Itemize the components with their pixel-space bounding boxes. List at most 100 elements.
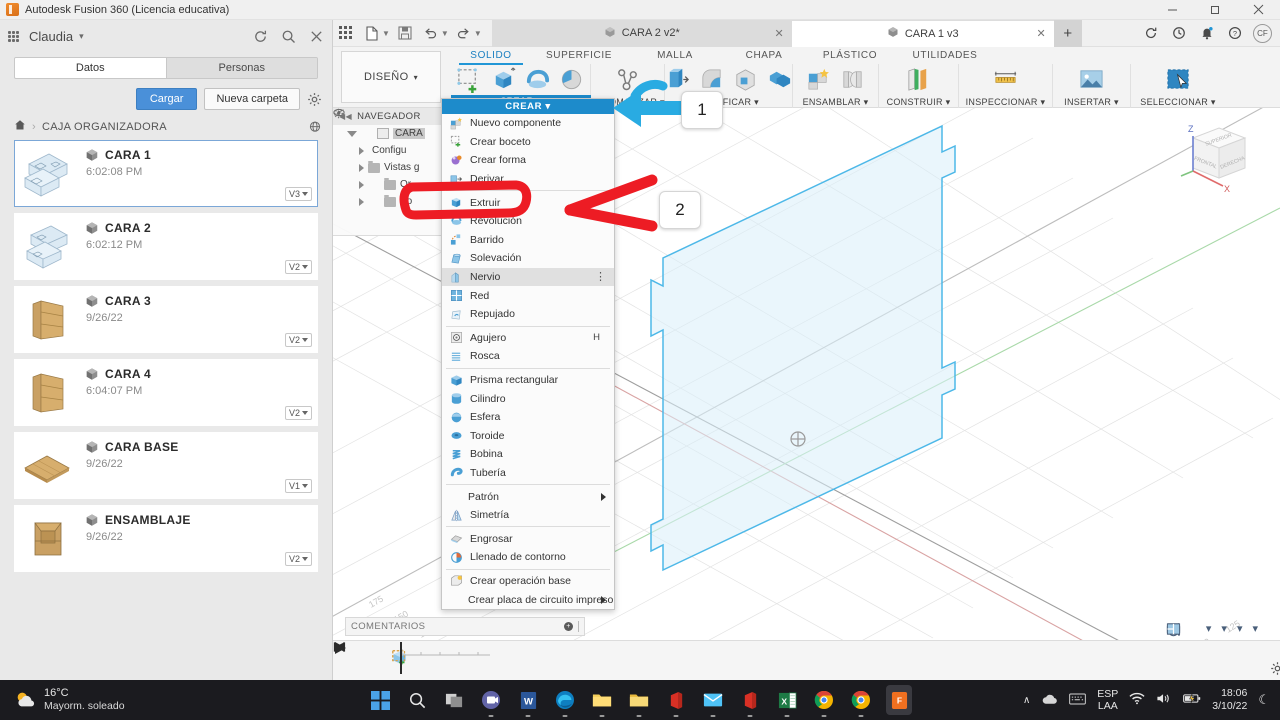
revolve-icon[interactable]	[523, 65, 553, 95]
list-item[interactable]: CARA 4 6:04:07 PM V2	[14, 359, 318, 426]
extrude-icon[interactable]	[489, 65, 519, 95]
menu-item-extruir[interactable]: Extruir	[442, 193, 614, 212]
document-tab-cara2[interactable]: CARA 2 v2* ✕	[491, 19, 792, 47]
navigator-row-sketches[interactable]: Bo	[333, 108, 454, 210]
teams-icon[interactable]	[479, 688, 503, 712]
version-badge[interactable]: V2	[284, 406, 312, 420]
create-sketch-icon[interactable]	[455, 65, 485, 95]
edge-icon[interactable]	[553, 688, 577, 712]
keyboard-icon[interactable]	[1069, 693, 1087, 708]
office-icon[interactable]	[664, 688, 688, 712]
tab-chapa[interactable]: CHAPA	[723, 47, 805, 63]
menu-item-rosca[interactable]: Rosca	[442, 347, 614, 366]
chevron-down-icon[interactable]: ▾	[1206, 622, 1212, 635]
team-grid-icon[interactable]	[8, 30, 22, 43]
version-badge[interactable]: V1	[284, 479, 312, 493]
menu-item-patron[interactable]: Patrón	[442, 487, 614, 506]
tab-personas[interactable]: Personas	[165, 58, 317, 78]
tab-plastico[interactable]: PLÁSTICO	[805, 47, 895, 63]
menu-item-crear-boceto[interactable]: Crear boceto	[442, 133, 614, 152]
menu-item-prisma-rectangular[interactable]: Prisma rectangular	[442, 371, 614, 390]
panel-label-seleccionar[interactable]: SELECCIONAR ▾	[1140, 97, 1215, 108]
version-badge[interactable]: V2	[284, 552, 312, 566]
eye-icon[interactable]	[333, 108, 373, 139]
menu-item-esfera[interactable]: Esfera	[442, 408, 614, 427]
overflow-menu-icon[interactable]: ⋮	[595, 271, 606, 282]
new-tab-button[interactable]: +	[1053, 19, 1082, 47]
list-item[interactable]: ENSAMBLAJE 9/26/22 V2	[14, 505, 318, 572]
view-cube[interactable]: SUPERIOR FRONTAL DERECHA Z X	[1177, 116, 1265, 208]
office2-icon[interactable]	[738, 688, 762, 712]
add-comment-icon[interactable]: +	[564, 622, 573, 631]
panel-label-construir[interactable]: CONSTRUIR ▾	[887, 97, 951, 108]
menu-item-tuberia[interactable]: Tubería	[442, 464, 614, 483]
sweep-icon[interactable]	[557, 65, 587, 95]
select-icon[interactable]	[1163, 65, 1193, 95]
search-icon[interactable]	[281, 29, 296, 44]
menu-item-solevacion[interactable]: Solevación	[442, 249, 614, 268]
menu-header[interactable]: CREAR ▾	[442, 99, 614, 114]
workspace-switcher[interactable]: DISEÑO ▾	[341, 51, 441, 103]
comments-resize-handle[interactable]	[578, 621, 579, 632]
new-folder-button[interactable]: Nueva carpeta	[204, 88, 300, 110]
excel-icon[interactable]: X	[775, 688, 799, 712]
save-icon[interactable]	[392, 20, 418, 47]
chrome-icon[interactable]	[812, 688, 836, 712]
menu-item-crear-forma[interactable]: Crear forma	[442, 151, 614, 170]
fusion-icon[interactable]: F	[886, 685, 912, 715]
gear-icon[interactable]	[307, 92, 322, 107]
folder-icon[interactable]	[627, 688, 651, 712]
version-badge[interactable]: V2	[284, 333, 312, 347]
eye-hidden-icon[interactable]	[333, 108, 380, 190]
weather-widget[interactable]: 16°C Mayorm. soleado	[14, 687, 125, 713]
menu-item-revolucion[interactable]: Revolución	[442, 212, 614, 231]
chevron-down-icon[interactable]: ▾	[1237, 622, 1243, 635]
globe-icon[interactable]	[308, 120, 322, 134]
chevron-down-icon[interactable]: ▼	[474, 29, 482, 38]
navigator-row-origin[interactable]: Or	[333, 108, 454, 193]
list-item[interactable]: CARA 3 9/26/22 V2	[14, 286, 318, 353]
chevron-down-icon[interactable]: ▾	[1221, 622, 1227, 635]
document-tab-cara1[interactable]: CARA 1 v3 ✕	[791, 19, 1054, 47]
do-not-disturb-icon[interactable]: ☾	[1258, 692, 1270, 708]
chrome2-icon[interactable]	[849, 688, 873, 712]
team-name-label[interactable]: Claudia	[29, 29, 73, 44]
joint-icon[interactable]	[838, 65, 868, 95]
new-component-icon[interactable]	[804, 65, 834, 95]
tab-datos[interactable]: Datos	[15, 58, 166, 78]
list-item[interactable]: CARA BASE 9/26/22 V1	[14, 432, 318, 499]
home-icon[interactable]	[14, 119, 26, 134]
chevron-right-icon[interactable]	[359, 146, 364, 155]
menu-item-toroide[interactable]: Toroide	[442, 427, 614, 446]
help-icon[interactable]: ?	[1221, 20, 1249, 47]
menu-item-nervio[interactable]: Nervio ⋮	[442, 267, 614, 287]
start-icon[interactable]	[368, 688, 392, 712]
task-view-icon[interactable]	[442, 688, 466, 712]
menu-item-llenado-de-contorno[interactable]: Llenado de contorno	[442, 548, 614, 567]
press-pull-icon[interactable]	[663, 65, 693, 95]
clock[interactable]: 18:06 3/10/22	[1212, 687, 1247, 713]
breadcrumb-project[interactable]: CAJA ORGANIZADORA	[42, 121, 167, 133]
word-icon[interactable]: W	[516, 688, 540, 712]
notifications-icon[interactable]	[1193, 20, 1221, 47]
tray-expand-icon[interactable]: ∧	[1023, 695, 1030, 706]
tab-solido[interactable]: SOLIDO	[451, 47, 531, 65]
navigator-row-settings[interactable]: Configu	[333, 108, 454, 159]
tab-superficie[interactable]: SUPERFICIE	[531, 47, 627, 63]
navigator-row-views[interactable]: Vistas g	[333, 159, 454, 176]
chevron-down-icon[interactable]: ▾	[1252, 622, 1258, 635]
menu-item-bobina[interactable]: Bobina	[442, 445, 614, 464]
app-grid-icon[interactable]	[333, 20, 359, 47]
close-button[interactable]	[1237, 0, 1280, 20]
avatar[interactable]: CF	[1253, 23, 1272, 43]
list-item[interactable]: CARA 1 6:02:08 PM V3	[14, 140, 318, 207]
menu-item-cilindro[interactable]: Cilindro	[442, 389, 614, 408]
timeline-marker[interactable]	[400, 641, 402, 674]
version-badge[interactable]: V2	[284, 260, 312, 274]
tab-malla[interactable]: MALLA	[627, 47, 723, 63]
timeline-track[interactable]	[391, 641, 502, 674]
menu-item-derivar[interactable]: Derivar	[442, 170, 614, 189]
refresh-icon[interactable]	[1137, 20, 1165, 47]
combine-icon[interactable]	[765, 65, 795, 95]
chevron-right-icon[interactable]	[359, 180, 364, 189]
